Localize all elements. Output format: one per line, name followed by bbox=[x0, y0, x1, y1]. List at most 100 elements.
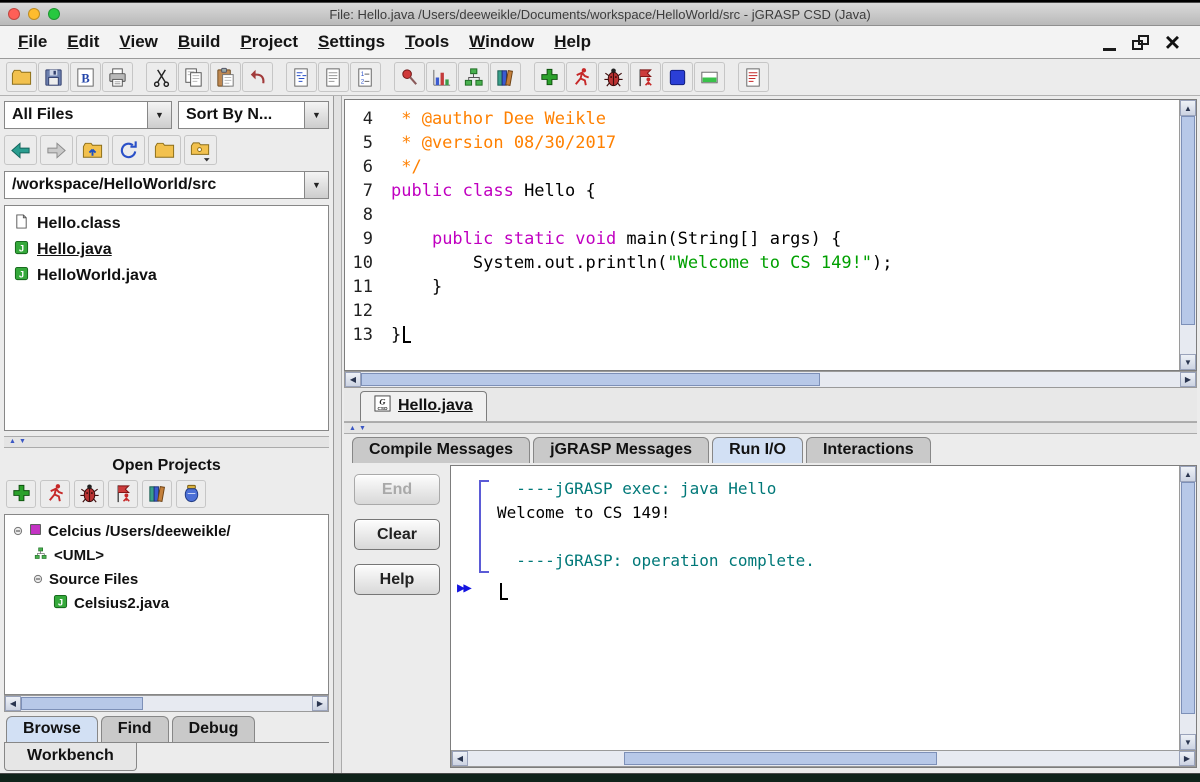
browse-files-icon[interactable]: B bbox=[70, 62, 101, 92]
menu-settings[interactable]: Settings bbox=[308, 32, 395, 52]
tree-node[interactable]: Source Files bbox=[9, 568, 328, 592]
file-item[interactable]: Hello.class bbox=[7, 211, 326, 237]
tab-find[interactable]: Find bbox=[100, 716, 169, 742]
output-horizontal-scrollbar[interactable]: ◀ ▶ bbox=[451, 750, 1196, 767]
scroll-left-icon[interactable]: ◀ bbox=[345, 372, 361, 387]
tab-debug[interactable]: Debug bbox=[171, 716, 256, 742]
run-io-output[interactable]: ----jGRASP exec: java Hello Welcome to CS… bbox=[451, 466, 1179, 750]
complexity-profile-icon[interactable] bbox=[426, 62, 457, 92]
menu-build[interactable]: Build bbox=[168, 32, 231, 52]
scroll-down-icon[interactable]: ▼ bbox=[1180, 354, 1196, 370]
help-button[interactable]: Help bbox=[354, 564, 440, 595]
scroll-right-icon[interactable]: ▶ bbox=[1180, 372, 1196, 387]
open-icon[interactable] bbox=[6, 62, 37, 92]
menu-window[interactable]: Window bbox=[459, 32, 544, 52]
scroll-down-icon[interactable]: ▼ bbox=[1180, 734, 1196, 750]
new-folder-icon[interactable] bbox=[184, 135, 217, 165]
scroll-left-icon[interactable]: ◀ bbox=[452, 751, 468, 766]
documentation-icon[interactable] bbox=[142, 479, 172, 508]
print-icon[interactable] bbox=[102, 62, 133, 92]
breakpoint-icon[interactable] bbox=[662, 62, 693, 92]
back-icon[interactable] bbox=[4, 135, 37, 165]
editor-vertical-scrollbar[interactable]: ▲ ▼ bbox=[1179, 100, 1196, 370]
scrollbar-track[interactable] bbox=[1180, 116, 1196, 354]
tab-interactions[interactable]: Interactions bbox=[805, 437, 931, 463]
messages-icon[interactable] bbox=[738, 62, 769, 92]
tree-node[interactable]: <UML> bbox=[9, 544, 328, 568]
scrollbar-track[interactable] bbox=[21, 696, 312, 711]
end-button[interactable]: End bbox=[354, 474, 440, 505]
forward-icon[interactable] bbox=[40, 135, 73, 165]
menu-tools[interactable]: Tools bbox=[395, 32, 459, 52]
scroll-right-icon[interactable]: ▶ bbox=[1179, 751, 1195, 766]
splitter-down-icon[interactable]: ▼ bbox=[359, 425, 366, 432]
cut-icon[interactable] bbox=[146, 62, 177, 92]
chevron-down-icon[interactable]: ▼ bbox=[147, 102, 171, 128]
open-directory-icon[interactable] bbox=[148, 135, 181, 165]
step-icon[interactable] bbox=[694, 62, 725, 92]
run-as-applet-icon[interactable] bbox=[108, 479, 138, 508]
horizontal-scrollbar-thumb[interactable] bbox=[361, 373, 820, 386]
chevron-down-icon[interactable]: ▼ bbox=[304, 172, 328, 198]
splitter-up-icon[interactable]: ▲ bbox=[9, 438, 16, 445]
scrollbar-track[interactable] bbox=[1180, 482, 1196, 734]
tab-hello-java[interactable]: G CSD Hello.java bbox=[360, 391, 487, 421]
vertical-scrollbar-thumb[interactable] bbox=[1181, 482, 1195, 714]
refresh-icon[interactable] bbox=[112, 135, 145, 165]
uml-icon[interactable] bbox=[458, 62, 489, 92]
create-jar-icon[interactable] bbox=[176, 479, 206, 508]
splitter-down-icon[interactable]: ▼ bbox=[19, 438, 26, 445]
tree-horizontal-scrollbar[interactable]: ◀ ▶ bbox=[4, 695, 329, 712]
file-item[interactable]: J HelloWorld.java bbox=[7, 263, 326, 289]
browse-splitter[interactable]: ▲ ▼ bbox=[4, 435, 329, 448]
compile-icon[interactable] bbox=[534, 62, 565, 92]
file-filter-dropdown[interactable]: All Files ▼ bbox=[4, 101, 172, 129]
debug-icon[interactable] bbox=[74, 479, 104, 508]
editor-horizontal-scrollbar[interactable]: ◀ ▶ bbox=[344, 371, 1197, 388]
remove-csd-icon[interactable] bbox=[318, 62, 349, 92]
run-as-applet-icon[interactable] bbox=[630, 62, 661, 92]
menu-edit[interactable]: Edit bbox=[57, 32, 109, 52]
tree-node[interactable]: Celcius /Users/deeweikle/ bbox=[9, 520, 328, 544]
mac-minimize-button[interactable] bbox=[28, 8, 40, 20]
menu-help[interactable]: Help bbox=[544, 32, 601, 52]
clear-button[interactable]: Clear bbox=[354, 519, 440, 550]
minimize-icon[interactable] bbox=[1102, 34, 1116, 51]
debug-icon[interactable] bbox=[598, 62, 629, 92]
paste-icon[interactable] bbox=[210, 62, 241, 92]
documentation-icon[interactable] bbox=[490, 62, 521, 92]
scrollbar-track[interactable] bbox=[468, 751, 1179, 766]
scroll-right-icon[interactable]: ▶ bbox=[312, 696, 328, 711]
title-bar[interactable]: File: Hello.java /Users/deeweikle/Docume… bbox=[0, 3, 1200, 26]
sort-dropdown[interactable]: Sort By N... ▼ bbox=[178, 101, 329, 129]
scroll-left-icon[interactable]: ◀ bbox=[5, 696, 21, 711]
save-icon[interactable] bbox=[38, 62, 69, 92]
compile-icon[interactable] bbox=[6, 479, 36, 508]
path-dropdown[interactable]: /workspace/HelloWorld/src ▼ bbox=[4, 171, 329, 199]
run-icon[interactable] bbox=[566, 62, 597, 92]
tab-workbench[interactable]: Workbench bbox=[4, 743, 137, 771]
output-vertical-scrollbar[interactable]: ▲ ▼ bbox=[1179, 466, 1196, 750]
file-list[interactable]: Hello.class J Hello.java J HelloWorld.java bbox=[4, 205, 329, 431]
restore-icon[interactable] bbox=[1131, 34, 1149, 50]
menu-project[interactable]: Project bbox=[230, 32, 308, 52]
freeze-icon[interactable] bbox=[394, 62, 425, 92]
main-splitter[interactable] bbox=[334, 96, 342, 773]
up-directory-icon[interactable] bbox=[76, 135, 109, 165]
menu-view[interactable]: View bbox=[109, 32, 167, 52]
mac-close-button[interactable] bbox=[8, 8, 20, 20]
code-editor[interactable]: 4 * @author Dee Weikle 5 * @version 08/30… bbox=[345, 100, 1179, 370]
vertical-scrollbar-thumb[interactable] bbox=[1181, 116, 1195, 326]
mac-zoom-button[interactable] bbox=[48, 8, 60, 20]
scrollbar-track[interactable] bbox=[361, 372, 1180, 387]
tab-browse[interactable]: Browse bbox=[6, 716, 98, 742]
chevron-down-icon[interactable]: ▼ bbox=[304, 102, 328, 128]
tree-handle-icon[interactable] bbox=[13, 523, 23, 540]
undo-icon[interactable] bbox=[242, 62, 273, 92]
tree-handle-icon[interactable] bbox=[33, 571, 43, 588]
line-numbers-icon[interactable]: 12 bbox=[350, 62, 381, 92]
generate-csd-icon[interactable] bbox=[286, 62, 317, 92]
horizontal-scrollbar-thumb[interactable] bbox=[21, 697, 144, 710]
tab-jgrasp-messages[interactable]: jGRASP Messages bbox=[533, 437, 710, 463]
tree-node[interactable]: J Celsius2.java bbox=[9, 592, 328, 616]
